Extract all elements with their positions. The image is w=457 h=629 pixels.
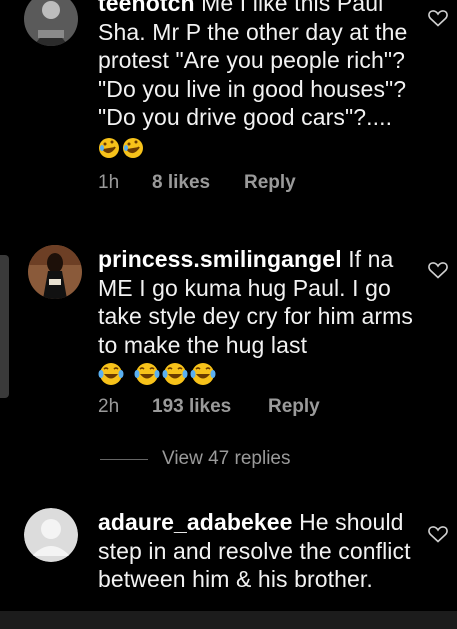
view-replies-label: View 47 replies xyxy=(162,448,291,469)
comment-likes[interactable]: 193 likes xyxy=(152,396,268,418)
heart-icon[interactable] xyxy=(428,261,448,279)
joy-emoji xyxy=(134,363,160,385)
reply-button[interactable]: Reply xyxy=(268,396,320,418)
avatar[interactable] xyxy=(24,0,78,46)
avatar[interactable] xyxy=(28,245,82,299)
heart-icon[interactable] xyxy=(428,525,448,543)
reply-button[interactable]: Reply xyxy=(244,172,296,194)
comment-username[interactable]: teenotch xyxy=(98,0,195,16)
rofl-emoji xyxy=(99,137,119,158)
avatar[interactable] xyxy=(24,508,78,562)
divider xyxy=(100,458,148,460)
comment-username[interactable]: princess.smilingangel xyxy=(98,246,342,272)
heart-icon[interactable] xyxy=(428,9,448,27)
emoji-row xyxy=(98,360,218,386)
view-replies-button[interactable]: View 47 replies xyxy=(100,448,291,470)
joy-emoji xyxy=(190,363,216,385)
comment-username[interactable]: adaure_adabekee xyxy=(98,509,293,535)
joy-emoji xyxy=(98,363,124,385)
comment-likes[interactable]: 8 likes xyxy=(152,172,244,194)
bottom-bar xyxy=(0,611,457,629)
joy-emoji xyxy=(162,363,188,385)
comment-princess-smilingangel: princess.smilingangel If na ME I go kuma… xyxy=(0,245,457,425)
comment-teenotch: teenotch Me I like this Paul Sha. Mr P t… xyxy=(0,0,457,202)
emoji-row xyxy=(98,133,146,159)
comment-time: 1h xyxy=(98,172,120,193)
rofl-emoji xyxy=(123,137,143,158)
comment-time: 2h xyxy=(98,396,120,417)
comment-text: Me I like this Paul Sha. Mr P the other … xyxy=(98,0,408,130)
comment-adaure-adabekee: adaure_adabekee He should step in and re… xyxy=(0,508,457,613)
